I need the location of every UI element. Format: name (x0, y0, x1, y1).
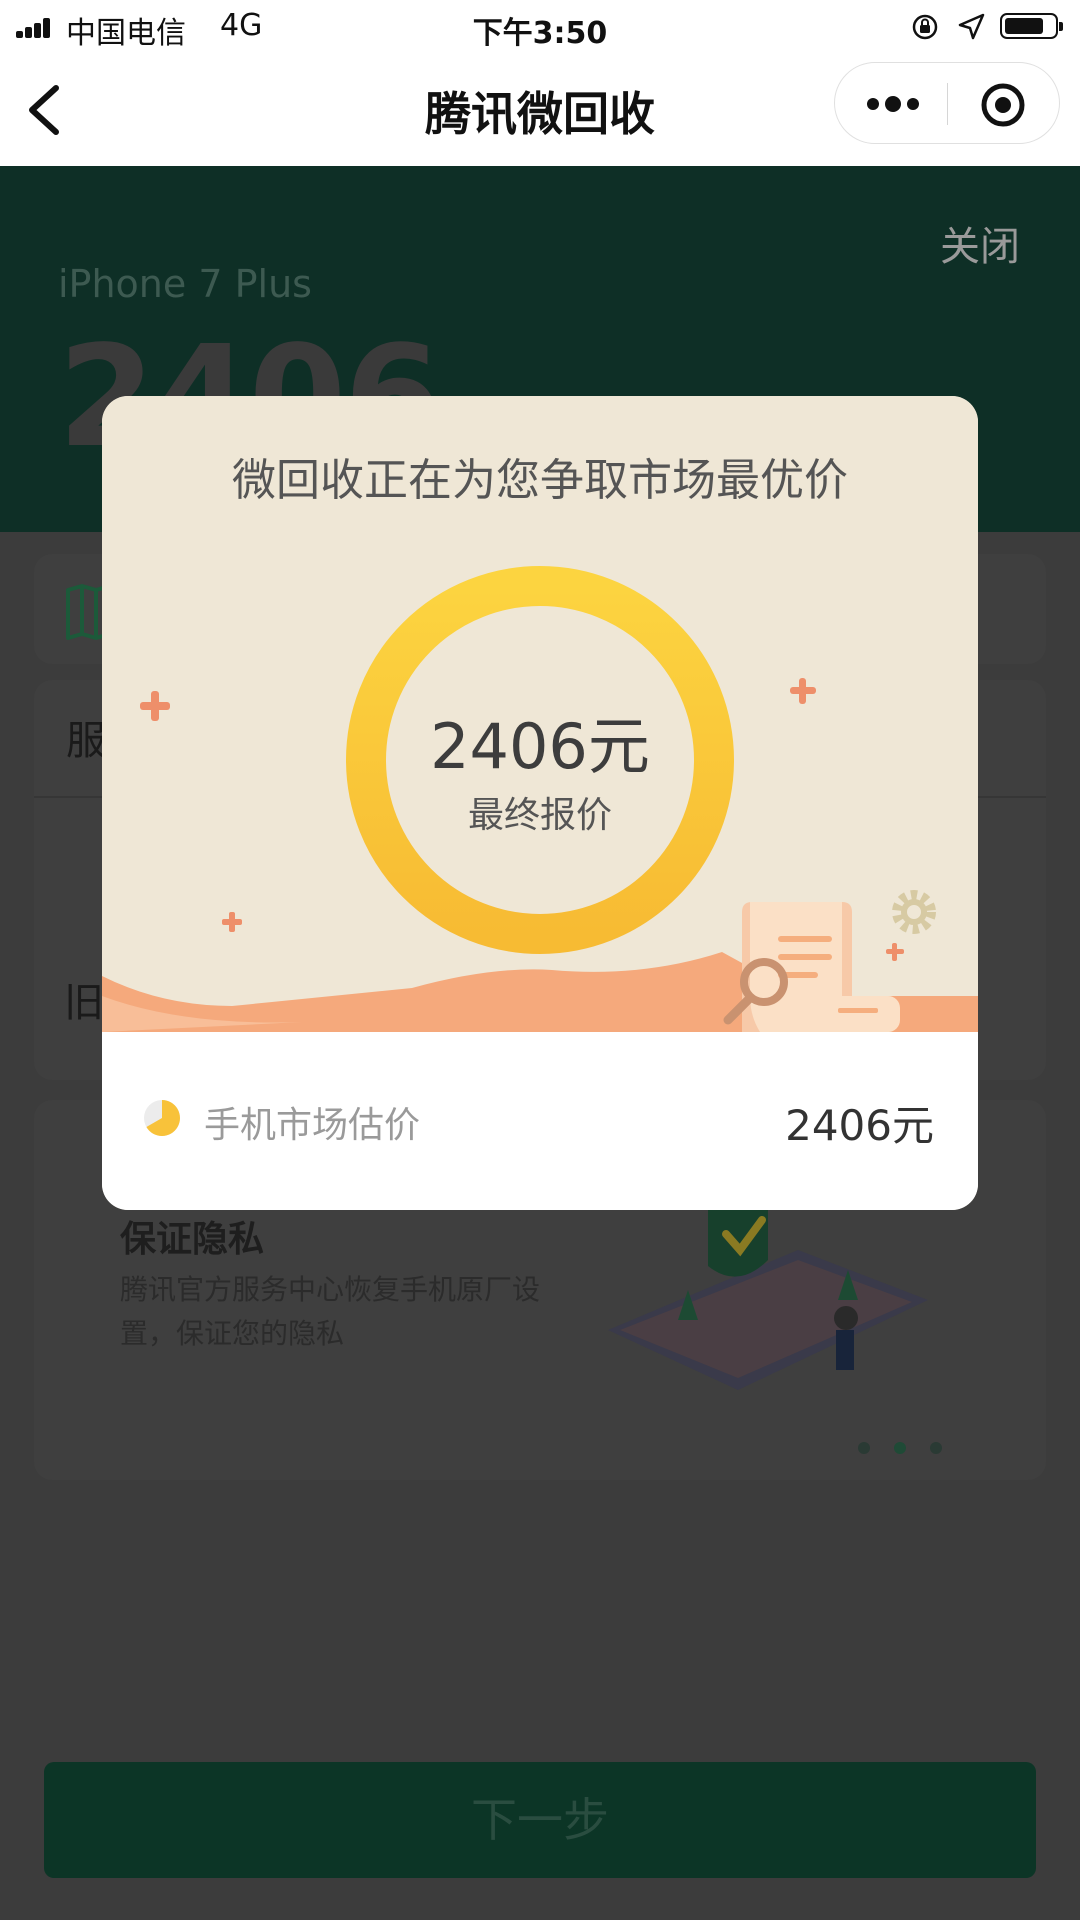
privacy-description: 腾讯官方服务中心恢复手机原厂设置，保证您的隐私 (120, 1273, 541, 1350)
old-device-label: 旧 (64, 980, 104, 1026)
miniprogram-capsule (834, 62, 1060, 144)
modal-header-area: 微回收正在为您争取市场最优价 2406元 最终报价 (102, 396, 978, 1032)
modal-title: 微回收正在为您争取市场最优价 (232, 455, 848, 506)
close-button[interactable]: 关闭 (940, 214, 1020, 272)
market-estimate-row: 手机市场估价 2406元 (102, 1032, 978, 1210)
market-estimate-value: 2406元 (785, 1101, 934, 1150)
pie-chart-icon (144, 1100, 180, 1136)
device-model: iPhone 7 Plus (58, 262, 312, 306)
carousel-indicator (858, 1442, 948, 1456)
status-bar: 中国电信 4G 下午3:50 (0, 0, 1080, 54)
gear-icon (892, 890, 936, 934)
document-illustration (723, 902, 900, 1032)
next-step-button[interactable]: 下一步 (44, 1762, 1036, 1878)
quote-modal: 微回收正在为您争取市场最优价 2406元 最终报价 手机市场估价 2406元 (102, 396, 978, 1210)
capsule-divider (947, 83, 948, 125)
battery-icon (1000, 13, 1063, 39)
location-arrow-icon (958, 13, 985, 40)
privacy-title: 保证隐私 (120, 1219, 265, 1260)
market-estimate-label: 手机市场估价 (204, 1105, 421, 1146)
rotation-lock-icon (912, 14, 938, 40)
more-dots-icon[interactable] (865, 87, 921, 121)
navigation-bar: 腾讯微回收 (0, 54, 1080, 166)
close-target-icon[interactable] (979, 81, 1027, 129)
final-price-label: 最终报价 (467, 795, 612, 836)
service-label: 服 (66, 718, 106, 764)
safety-phone-illustration (608, 1196, 928, 1390)
final-price: 2406元 (430, 710, 650, 783)
